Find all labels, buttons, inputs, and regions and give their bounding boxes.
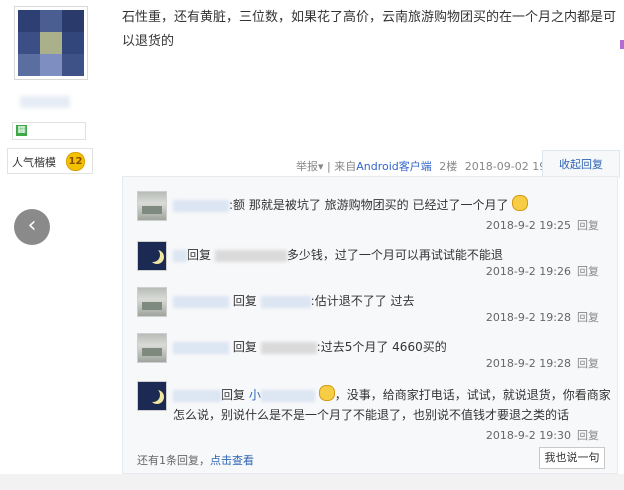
add-comment-button[interactable]: 我也说一句: [539, 447, 605, 469]
reply-text: 回复 多少钱，过了一个月可以再试试能不能退: [173, 245, 613, 265]
reply-username-blurred[interactable]: [173, 341, 229, 354]
reply-time: 2018-9-2 19:30: [485, 429, 571, 442]
reply-meta: 2018-9-2 19:26 回复: [486, 263, 599, 279]
reply-link[interactable]: 回复: [577, 265, 599, 278]
author-badge-row: ▦: [12, 122, 86, 140]
reply-link[interactable]: 回复: [577, 429, 599, 442]
reply-message: 额 那就是被坑了 旅游购物团买的 已经过了一个月了: [233, 198, 509, 212]
floor-number: 2楼: [439, 160, 458, 173]
reply-time: 2018-9-2 19:26: [485, 265, 571, 278]
reply-username-blurred[interactable]: [173, 199, 229, 212]
reply-text: :额 那就是被坑了 旅游购物团买的 已经过了一个月了: [173, 195, 613, 215]
reply-word: 回复: [221, 388, 246, 402]
avatar-image: [18, 10, 84, 76]
reply-meta: 2018-9-2 19:25 回复: [486, 217, 599, 233]
from-prefix: | 来自: [327, 160, 357, 173]
bottom-toolbar: [0, 474, 624, 490]
reply-text: 回复 :估计退不了了 过去: [173, 291, 613, 311]
reply-meta: 2018-9-2 19:28 回复: [486, 355, 599, 371]
reply-avatar[interactable]: [137, 241, 167, 271]
reply-target-blurred[interactable]: [260, 295, 311, 308]
level-number: 12: [66, 152, 85, 171]
reply-time: 2018-9-2 19:25: [485, 219, 571, 232]
reply-avatar[interactable]: [137, 287, 167, 317]
author-name-blurred[interactable]: [20, 96, 70, 108]
reply-target-blurred[interactable]: [214, 249, 287, 262]
reply-link[interactable]: 回复: [577, 219, 599, 232]
reply-username-blurred[interactable]: [173, 389, 221, 402]
emoji-icon: [512, 195, 529, 211]
grid-badge-icon: ▦: [16, 125, 27, 136]
reply-username-blurred[interactable]: [173, 295, 229, 308]
reply-message: 多少钱，过了一个月可以再试试能不能退: [286, 248, 503, 262]
more-replies-text: 还有1条回复，: [137, 454, 210, 467]
reply-username-blurred[interactable]: [173, 249, 187, 262]
reply-word: 回复: [232, 340, 257, 354]
collapse-replies-button[interactable]: 收起回复: [542, 150, 620, 178]
more-replies: 还有1条回复，点击查看: [137, 452, 254, 468]
report-link[interactable]: 举报: [296, 160, 318, 173]
reply-meta: 2018-9-2 19:28 回复: [486, 309, 599, 325]
reply-avatar[interactable]: [137, 333, 167, 363]
author-column: ▦ 人气楷模 12 ‹: [0, 0, 112, 490]
level-badge[interactable]: 人气楷模 12: [7, 148, 93, 174]
level-title: 人气楷模: [12, 156, 56, 169]
reply-time: 2018-9-2 19:28: [485, 357, 571, 370]
reply-text: 回复 小 ，没事，给商家打电话，试试，就说退货，你看商家怎么说，别说什么是不是一…: [173, 385, 613, 425]
reply-word: 回复: [232, 294, 257, 308]
reply-text: 回复 :过去5个月了 4660买的: [173, 337, 613, 357]
reply-link[interactable]: 回复: [577, 357, 599, 370]
reply-target-prefix[interactable]: 小: [249, 388, 261, 402]
emoji-icon: [318, 385, 335, 401]
reply-panel: :额 那就是被坑了 旅游购物团买的 已经过了一个月了 2018-9-2 19:2…: [122, 176, 618, 474]
reply-meta: 2018-9-2 19:30 回复: [486, 427, 599, 443]
reply-avatar[interactable]: [137, 381, 167, 411]
reply-link[interactable]: 回复: [577, 311, 599, 324]
author-avatar[interactable]: [14, 6, 88, 80]
reply-target-blurred[interactable]: [260, 341, 317, 354]
view-more-link[interactable]: 点击查看: [210, 454, 254, 467]
reply-time: 2018-9-2 19:28: [485, 311, 571, 324]
client-link[interactable]: Android客户端: [356, 160, 432, 173]
post-meta: 举报▾ | 来自Android客户端 2楼 2018-09-02 19:22: [296, 158, 564, 174]
reply-message: 估计退不了了 过去: [314, 294, 415, 308]
corner-marker: [620, 40, 624, 49]
reply-avatar[interactable]: [137, 191, 167, 221]
back-button[interactable]: ‹: [14, 209, 50, 245]
reply-target-blurred[interactable]: [260, 389, 315, 402]
reply-word: 回复: [187, 248, 212, 262]
chevron-left-icon: ‹: [27, 213, 37, 238]
post-content: 石性重，还有黄脏，三位数，如果花了高价，云南旅游购物团买的在一个月之内都是可以退…: [122, 10, 617, 49]
reply-message: 过去5个月了 4660买的: [320, 340, 447, 354]
report-arrow-icon[interactable]: ▾: [318, 160, 324, 173]
